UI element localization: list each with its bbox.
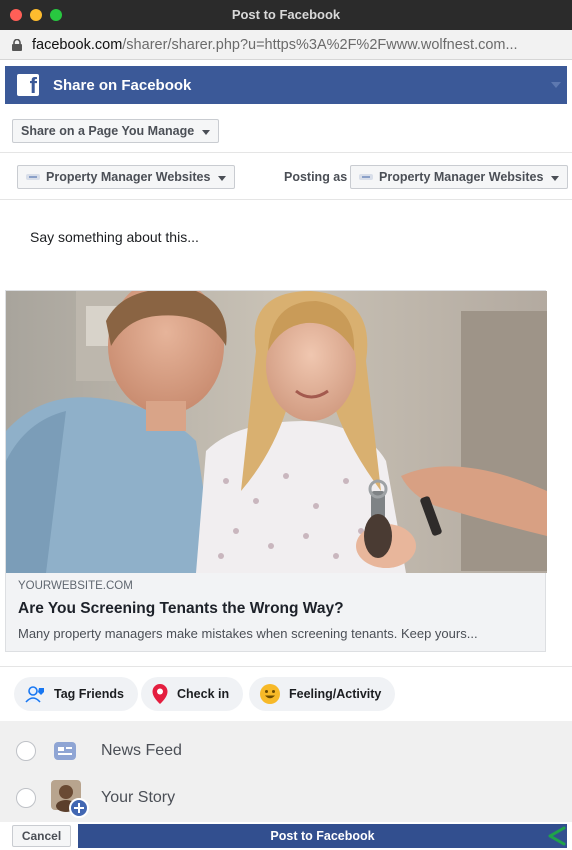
chevron-down-icon[interactable]: [551, 82, 561, 88]
share-target-dropdown[interactable]: Share on a Page You Manage: [12, 119, 220, 143]
page-logo-icon: [359, 174, 373, 180]
news-feed-icon: [54, 742, 76, 760]
audience-selector: News Feed Your Story: [0, 721, 572, 822]
couple-receiving-keys-photo: [6, 291, 547, 573]
your-story-label: Your Story: [101, 789, 176, 806]
page-dropdown[interactable]: Property Manager Websites: [17, 165, 236, 189]
tag-friends-label: Tag Friends: [54, 687, 124, 701]
tag-friends-button[interactable]: Tag Friends: [14, 677, 138, 711]
chevron-down-icon: [551, 176, 560, 181]
link-title[interactable]: Are You Screening Tenants the Wrong Way?: [18, 600, 344, 618]
cancel-button[interactable]: Cancel: [12, 825, 71, 847]
share-target-value: Share on a Page You Manage: [21, 124, 195, 138]
page-dropdown-value: Property Manager Websites: [46, 170, 211, 184]
story-avatar-icon: [51, 780, 89, 818]
posting-as-value: Property Manager Websites: [379, 170, 544, 184]
composer-input[interactable]: Say something about this...: [30, 229, 199, 245]
location-pin-icon: [152, 684, 168, 704]
lock-icon: [12, 38, 22, 51]
smiley-icon: [260, 684, 280, 704]
feeling-activity-button[interactable]: Feeling/Activity: [249, 677, 396, 711]
facebook-logo-letter: f: [29, 73, 37, 98]
share-header: f Share on Facebook: [5, 66, 567, 104]
audience-option-your-story[interactable]: Your Story: [0, 774, 572, 822]
share-header-title: Share on Facebook: [53, 76, 192, 94]
facebook-logo-icon: f: [17, 73, 39, 98]
link-preview-card[interactable]: YOURWEBSITE.COM Are You Screening Tenant…: [5, 290, 547, 652]
feeling-activity-label: Feeling/Activity: [289, 687, 382, 701]
link-description: Many property managers make mistakes whe…: [18, 626, 478, 641]
posting-as-label: Posting as: [284, 170, 348, 184]
post-to-facebook-button[interactable]: Post to Facebook: [78, 824, 567, 848]
news-feed-radio[interactable]: [16, 741, 36, 761]
news-feed-label: News Feed: [101, 742, 182, 759]
window-title: Post to Facebook: [231, 7, 341, 22]
address-bar[interactable]: facebook.com/sharer/sharer.php?u=https%3…: [0, 30, 572, 60]
post-actions-bar: Tag Friends Check in Feeling/Activity: [0, 666, 572, 721]
url-path: /sharer/sharer.php?u=https%3A%2F%2Fwww.w…: [122, 36, 518, 53]
audience-option-news-feed[interactable]: News Feed: [0, 727, 572, 775]
page-logo-icon: [26, 174, 40, 180]
url-text: facebook.com/sharer/sharer.php?u=https%3…: [32, 37, 518, 53]
window-titlebar: Post to Facebook: [0, 0, 572, 30]
link-domain: YOURWEBSITE.COM: [18, 580, 133, 592]
link-preview-image: [6, 291, 547, 573]
dialog-footer: Cancel Post to Facebook: [0, 822, 572, 850]
posting-as-dropdown[interactable]: Property Manager Websites: [350, 165, 569, 189]
arrow-pointer-icon: [548, 826, 566, 846]
tag-friends-icon: [25, 686, 44, 703]
chevron-down-icon: [218, 176, 227, 181]
url-host: facebook.com: [32, 36, 123, 53]
your-story-radio[interactable]: [16, 788, 36, 808]
check-in-button[interactable]: Check in: [141, 677, 244, 711]
check-in-label: Check in: [177, 687, 230, 701]
chevron-down-icon: [202, 130, 211, 135]
